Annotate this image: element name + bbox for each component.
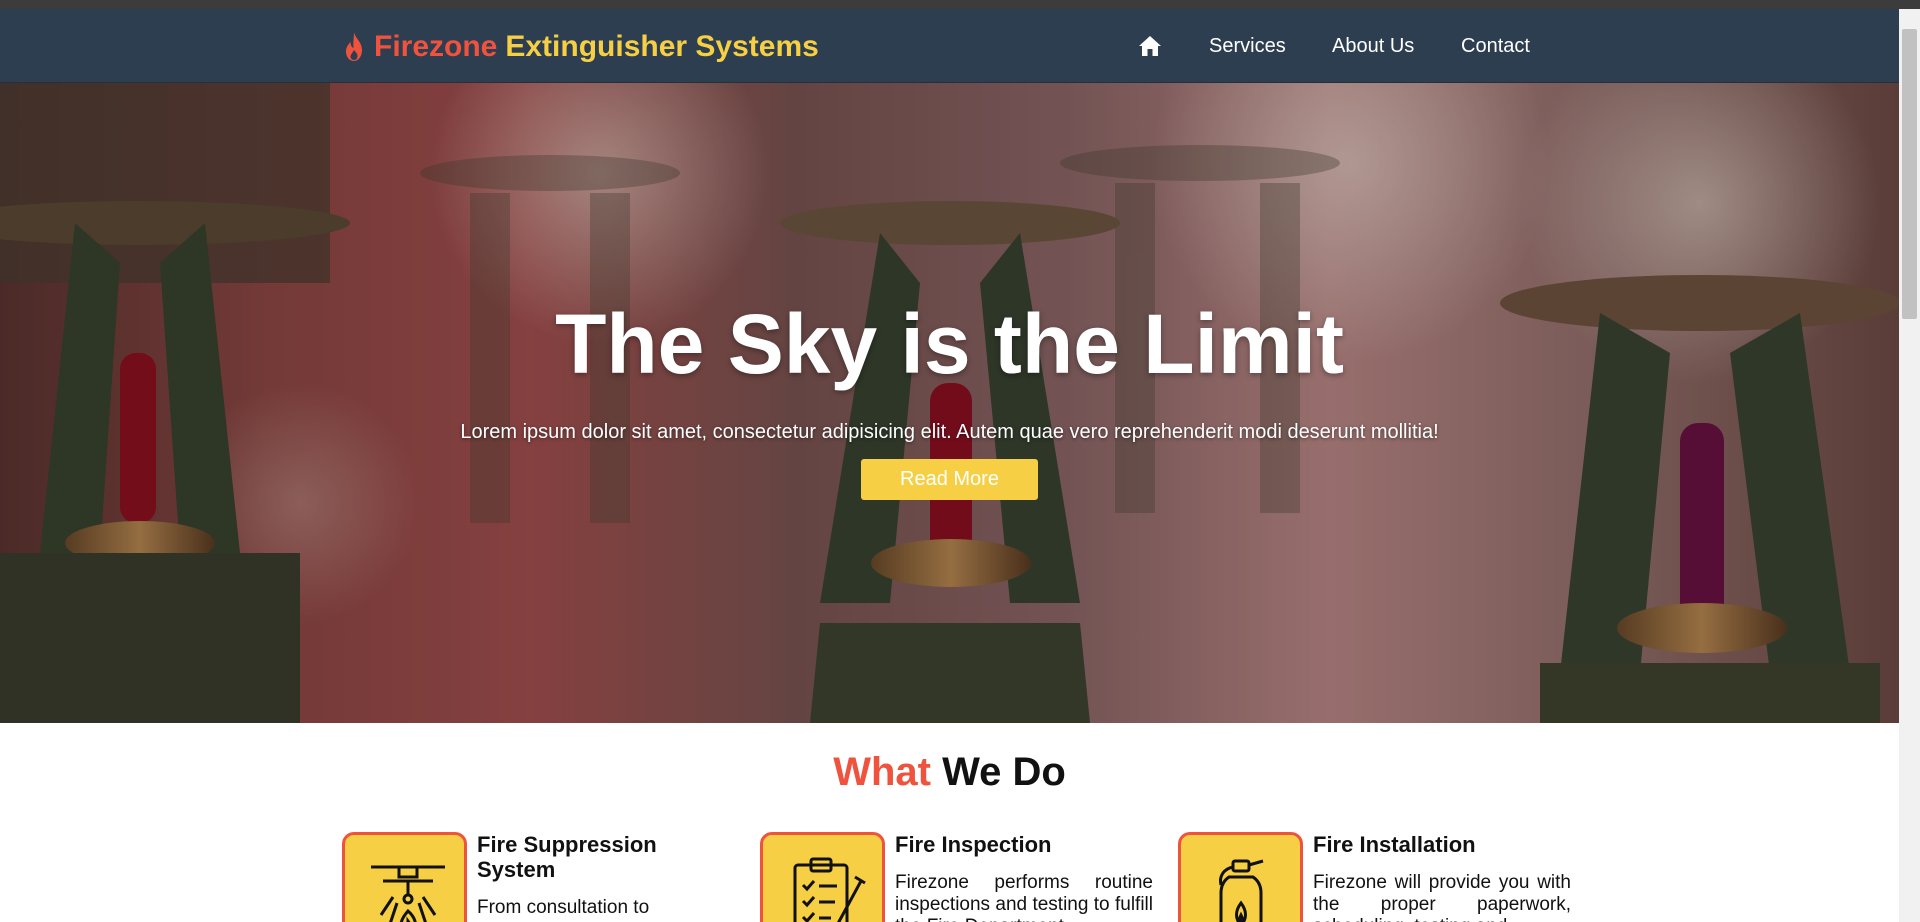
service-icon-box: [342, 832, 467, 922]
what-we-do-heading: What We Do: [0, 750, 1899, 795]
navbar: Firezone Extinguisher Systems Services A…: [0, 9, 1899, 83]
scrollbar-thumb[interactable]: [1902, 29, 1917, 319]
hero-subtitle: Lorem ipsum dolor sit amet, consectetur …: [460, 421, 1439, 443]
brand-logo[interactable]: Firezone Extinguisher Systems: [342, 27, 819, 67]
nav-contact[interactable]: Contact: [1461, 9, 1530, 83]
nav-services[interactable]: Services: [1209, 9, 1286, 83]
heading-highlight-what: What: [833, 750, 931, 794]
read-more-button[interactable]: Read More: [861, 459, 1038, 500]
page-scrollbar[interactable]: [1899, 9, 1920, 922]
service-icon-box: [760, 832, 885, 922]
service-title: Fire Inspection: [895, 832, 1052, 857]
brand-name-rest: Extinguisher Systems: [505, 30, 819, 63]
browser-top-strip: [0, 0, 1920, 9]
hero-title: The Sky is the Limit: [555, 297, 1344, 391]
service-description: Firezone performs routine inspections an…: [895, 872, 1153, 922]
flame-icon: [346, 32, 362, 61]
brand-name-firezone: Firezone: [374, 30, 498, 63]
hero-background-image: [0, 83, 1899, 723]
heading-rest: We Do: [942, 750, 1066, 794]
service-card-fire-inspection[interactable]: Fire Inspection Firezone performs routin…: [760, 832, 1170, 922]
service-card-fire-suppression[interactable]: Fire Suppression System From consultatio…: [342, 832, 752, 922]
hero-banner: The Sky is the Limit Lorem ipsum dolor s…: [0, 83, 1899, 723]
sprinkler-icon: [371, 865, 445, 922]
service-title: Fire Suppression System: [477, 832, 657, 882]
nav-about-us[interactable]: About Us: [1332, 9, 1414, 83]
service-title: Fire Installation: [1313, 832, 1476, 857]
service-description: From consultation to: [477, 897, 650, 918]
nav-home[interactable]: [1138, 9, 1162, 83]
clipboard-checklist-icon: [793, 857, 866, 922]
service-description: Firezone will provide you with the prope…: [1313, 872, 1571, 922]
home-icon: [1139, 36, 1161, 56]
fire-extinguisher-icon: [1219, 859, 1264, 922]
service-icon-box: [1178, 832, 1303, 922]
service-card-fire-installation[interactable]: Fire Installation Firezone will provide …: [1178, 832, 1588, 922]
